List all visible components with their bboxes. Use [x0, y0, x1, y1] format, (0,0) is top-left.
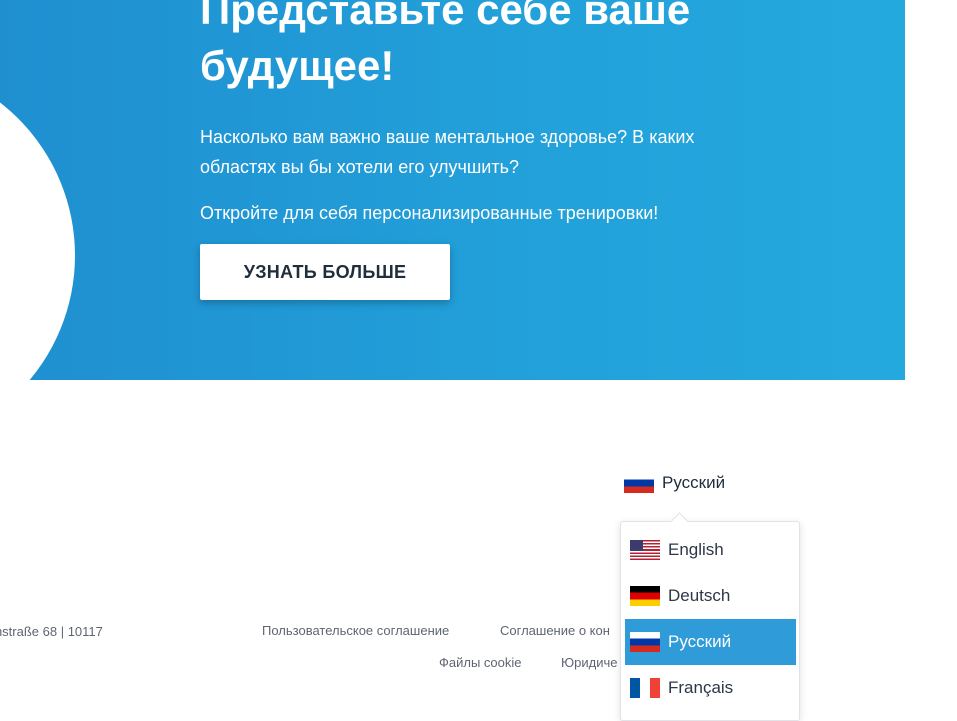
- language-option-label: Русский: [668, 632, 732, 651]
- footer-link-consent-agreement[interactable]: Соглашение о кон: [500, 623, 610, 638]
- hero-decorative-circle: [0, 62, 75, 380]
- footer-link-user-agreement[interactable]: Пользовательское соглашение: [262, 623, 449, 638]
- ru-flag-icon: [630, 632, 660, 652]
- hero-paragraph-trainings: Откройте для себя персонализированные тр…: [200, 203, 659, 223]
- language-option-label: English: [668, 540, 724, 559]
- language-dropdown-menu: English Deutsch Русский Français: [620, 521, 800, 721]
- footer-link-legal[interactable]: Юридиче: [561, 655, 617, 670]
- hero-title: Представьте себе ваше будущее!: [200, 0, 691, 89]
- de-flag-icon: [630, 586, 660, 606]
- language-current-label: Русский: [662, 473, 726, 492]
- language-option-label: Deutsch: [668, 586, 731, 605]
- language-option-deutsch[interactable]: Deutsch: [625, 573, 796, 619]
- learn-more-button[interactable]: УЗНАТЬ БОЛЬШЕ: [200, 244, 450, 300]
- hero-banner: Представьте себе ваше будущее! Насколько…: [0, 0, 905, 380]
- language-option-english[interactable]: English: [625, 527, 796, 573]
- language-option-label: Français: [668, 678, 734, 697]
- ru-flag-icon: [624, 473, 654, 493]
- footer-address: drichstraße 68 | 10117: [0, 624, 200, 639]
- language-switcher[interactable]: Русский: [624, 471, 725, 495]
- language-option-french[interactable]: Français: [625, 665, 796, 711]
- fr-flag-icon: [630, 678, 660, 698]
- us-flag-icon: [630, 540, 660, 560]
- hero-paragraph-mental-health: Насколько вам важно ваше ментальное здор…: [200, 127, 695, 177]
- footer-address-text: drichstraße 68 | 10117: [0, 624, 103, 639]
- footer-link-cookies[interactable]: Файлы cookie: [439, 655, 522, 670]
- language-option-russian[interactable]: Русский: [625, 619, 796, 665]
